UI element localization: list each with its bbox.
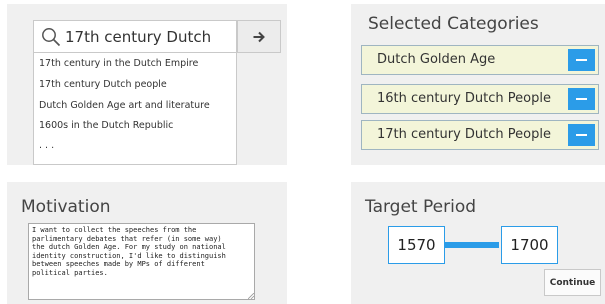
suggestion-list: 17th century in the Dutch Empire 17th ce… — [33, 53, 237, 165]
period-range-bar — [445, 242, 499, 248]
end-year-input[interactable] — [501, 226, 558, 264]
minus-icon — [576, 98, 587, 100]
period-panel: Target Period Continue — [351, 182, 605, 304]
suggestion-more[interactable]: . . . — [39, 140, 54, 151]
continue-button[interactable]: Continue — [544, 269, 601, 296]
suggestion-item[interactable]: 1600s in the Dutch Republic — [39, 120, 173, 131]
category-label: 17th century Dutch People — [377, 127, 551, 142]
resize-grip-icon[interactable] — [248, 293, 254, 299]
motivation-panel: Motivation I want to collect the speeche… — [7, 182, 287, 304]
remove-category-button[interactable] — [568, 49, 595, 71]
remove-category-button[interactable] — [568, 124, 595, 146]
category-item: 16th century Dutch People — [361, 84, 599, 114]
suggestion-item[interactable]: 17th century in the Dutch Empire — [39, 58, 198, 69]
category-label: Dutch Golden Age — [377, 52, 496, 67]
suggestion-item[interactable]: 17th century Dutch people — [39, 79, 167, 90]
search-panel: 17th century in the Dutch Empire 17th ce… — [7, 4, 287, 165]
motivation-textarea[interactable]: I want to collect the speeches from the … — [28, 223, 255, 300]
search-go-button[interactable] — [237, 20, 281, 53]
period-title: Target Period — [365, 197, 477, 217]
category-label: 16th century Dutch People — [377, 91, 551, 106]
minus-icon — [576, 59, 587, 61]
search-input[interactable] — [65, 24, 235, 50]
search-box[interactable] — [33, 20, 237, 53]
minus-icon — [576, 134, 587, 136]
categories-panel: Selected Categories Dutch Golden Age 16t… — [351, 4, 605, 165]
category-item: 17th century Dutch People — [361, 120, 599, 150]
remove-category-button[interactable] — [568, 88, 595, 110]
start-year-input[interactable] — [388, 226, 445, 264]
search-icon — [42, 28, 61, 47]
categories-title: Selected Categories — [368, 14, 539, 34]
suggestion-item[interactable]: Dutch Golden Age art and literature — [39, 100, 210, 111]
category-item: Dutch Golden Age — [361, 45, 599, 75]
arrow-right-icon — [253, 31, 265, 42]
motivation-title: Motivation — [21, 197, 111, 217]
